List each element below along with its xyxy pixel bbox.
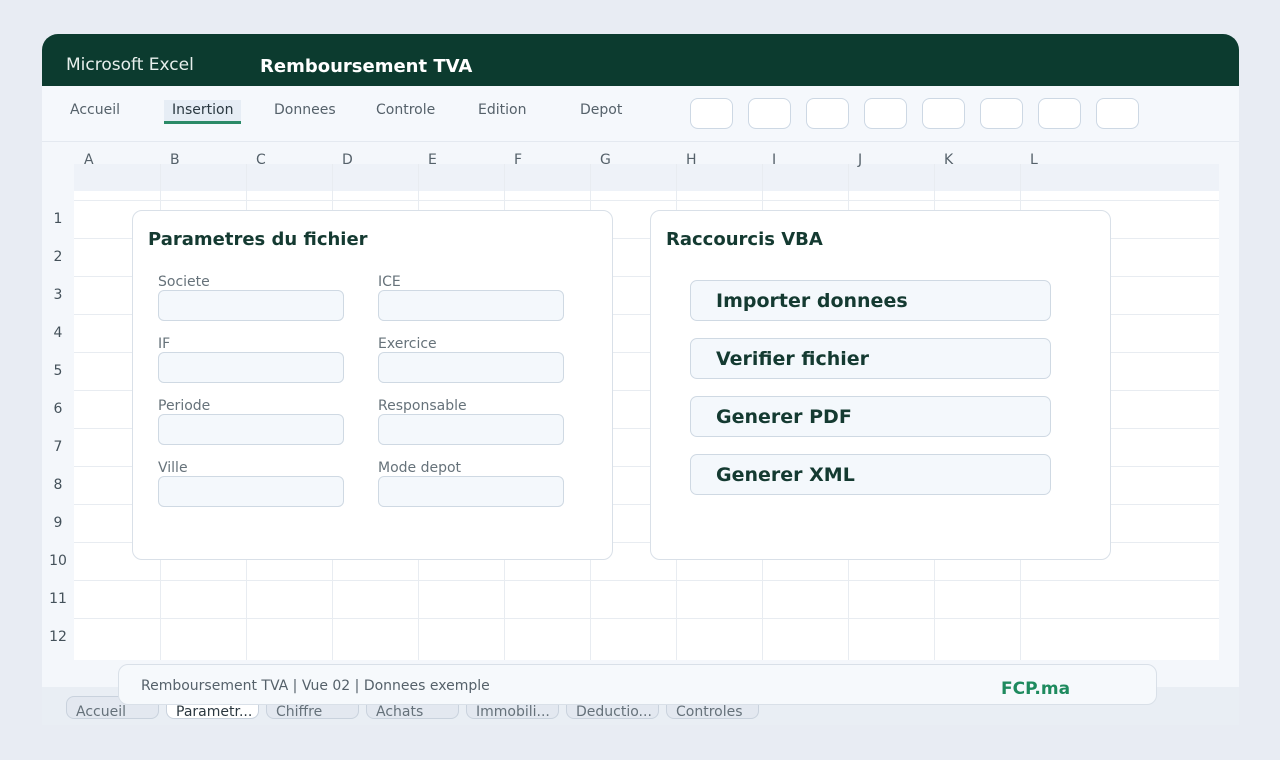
column-header-c[interactable]: C [256, 152, 266, 168]
vba-panel-title: Raccourcis VBA [666, 229, 823, 250]
tab-controle[interactable]: Controle [376, 100, 435, 122]
column-header-f[interactable]: F [514, 152, 522, 168]
periode-label: Periode [158, 398, 211, 414]
responsable-label: Responsable [378, 398, 467, 414]
column-header-j[interactable]: J [858, 152, 862, 168]
row-header-3[interactable]: 3 [42, 287, 74, 303]
ribbon-tool-button[interactable] [864, 98, 907, 129]
params-panel-title: Parametres du fichier [148, 229, 368, 250]
generer-pdf-button[interactable]: Generer PDF [690, 396, 1051, 437]
row-header-9[interactable]: 9 [42, 515, 74, 531]
tab-edition[interactable]: Edition [478, 100, 526, 122]
column-header-a[interactable]: A [84, 152, 94, 168]
row-header-1[interactable]: 1 [42, 211, 74, 227]
excel-window: Microsoft Excel Remboursement TVA Accuei… [42, 34, 1239, 725]
row-header-8[interactable]: 8 [42, 477, 74, 493]
column-header-l[interactable]: L [1030, 152, 1038, 168]
ice-label: ICE [378, 274, 401, 290]
ribbon-tool-button[interactable] [1096, 98, 1139, 129]
vba-panel: Raccourcis VBA Importer donnees Verifier… [650, 210, 1111, 560]
exercice-input[interactable] [378, 352, 564, 383]
column-header-g[interactable]: G [600, 152, 611, 168]
tab-donnees[interactable]: Donnees [274, 100, 336, 122]
ribbon-tool-button[interactable] [922, 98, 965, 129]
worksheet: A B C D E F G H I J K L 1 2 3 4 5 6 7 8 … [42, 142, 1239, 687]
column-header-h[interactable]: H [686, 152, 697, 168]
row-header-7[interactable]: 7 [42, 439, 74, 455]
ville-input[interactable] [158, 476, 344, 507]
status-bar: Remboursement TVA | Vue 02 | Donnees exe… [118, 664, 1157, 705]
row-header-10[interactable]: 10 [42, 553, 74, 569]
row-header-11[interactable]: 11 [42, 591, 74, 607]
verifier-fichier-button[interactable]: Verifier fichier [690, 338, 1051, 379]
column-header-e[interactable]: E [428, 152, 437, 168]
document-title: Remboursement TVA [260, 56, 473, 77]
responsable-input[interactable] [378, 414, 564, 445]
column-header-i[interactable]: I [772, 152, 776, 168]
column-header-d[interactable]: D [342, 152, 353, 168]
column-header-b[interactable]: B [170, 152, 180, 168]
brand-label: FCP.ma [1001, 679, 1071, 699]
ribbon-tool-button[interactable] [1038, 98, 1081, 129]
mode-depot-label: Mode depot [378, 460, 462, 476]
ville-label: Ville [158, 460, 188, 476]
ribbon-tool-button[interactable] [690, 98, 733, 129]
mode-depot-input[interactable] [378, 476, 564, 507]
tab-accueil[interactable]: Accueil [70, 100, 120, 122]
generer-xml-button[interactable]: Generer XML [690, 454, 1051, 495]
status-text: Remboursement TVA | Vue 02 | Donnees exe… [141, 678, 490, 694]
column-header-k[interactable]: K [944, 152, 953, 168]
societe-label: Societe [158, 274, 210, 290]
societe-input[interactable] [158, 290, 344, 321]
app-name: Microsoft Excel [66, 55, 194, 75]
ribbon: Accueil Insertion Donnees Controle Editi… [42, 86, 1239, 142]
ice-input[interactable] [378, 290, 564, 321]
tab-depot[interactable]: Depot [580, 100, 622, 122]
exercice-label: Exercice [378, 336, 437, 352]
ribbon-tool-button[interactable] [748, 98, 791, 129]
ribbon-tool-button[interactable] [806, 98, 849, 129]
row-header-12[interactable]: 12 [42, 629, 74, 645]
if-input[interactable] [158, 352, 344, 383]
row-header-5[interactable]: 5 [42, 363, 74, 379]
ribbon-tool-button[interactable] [980, 98, 1023, 129]
tab-insertion[interactable]: Insertion [164, 100, 242, 124]
title-bar: Microsoft Excel Remboursement TVA [42, 34, 1239, 86]
periode-input[interactable] [158, 414, 344, 445]
params-panel: Parametres du fichier Societe ICE IF Exe… [132, 210, 613, 560]
importer-donnees-button[interactable]: Importer donnees [690, 280, 1051, 321]
row-header-4[interactable]: 4 [42, 325, 74, 341]
row-header-2[interactable]: 2 [42, 249, 74, 265]
row-header-6[interactable]: 6 [42, 401, 74, 417]
if-label: IF [158, 336, 171, 352]
